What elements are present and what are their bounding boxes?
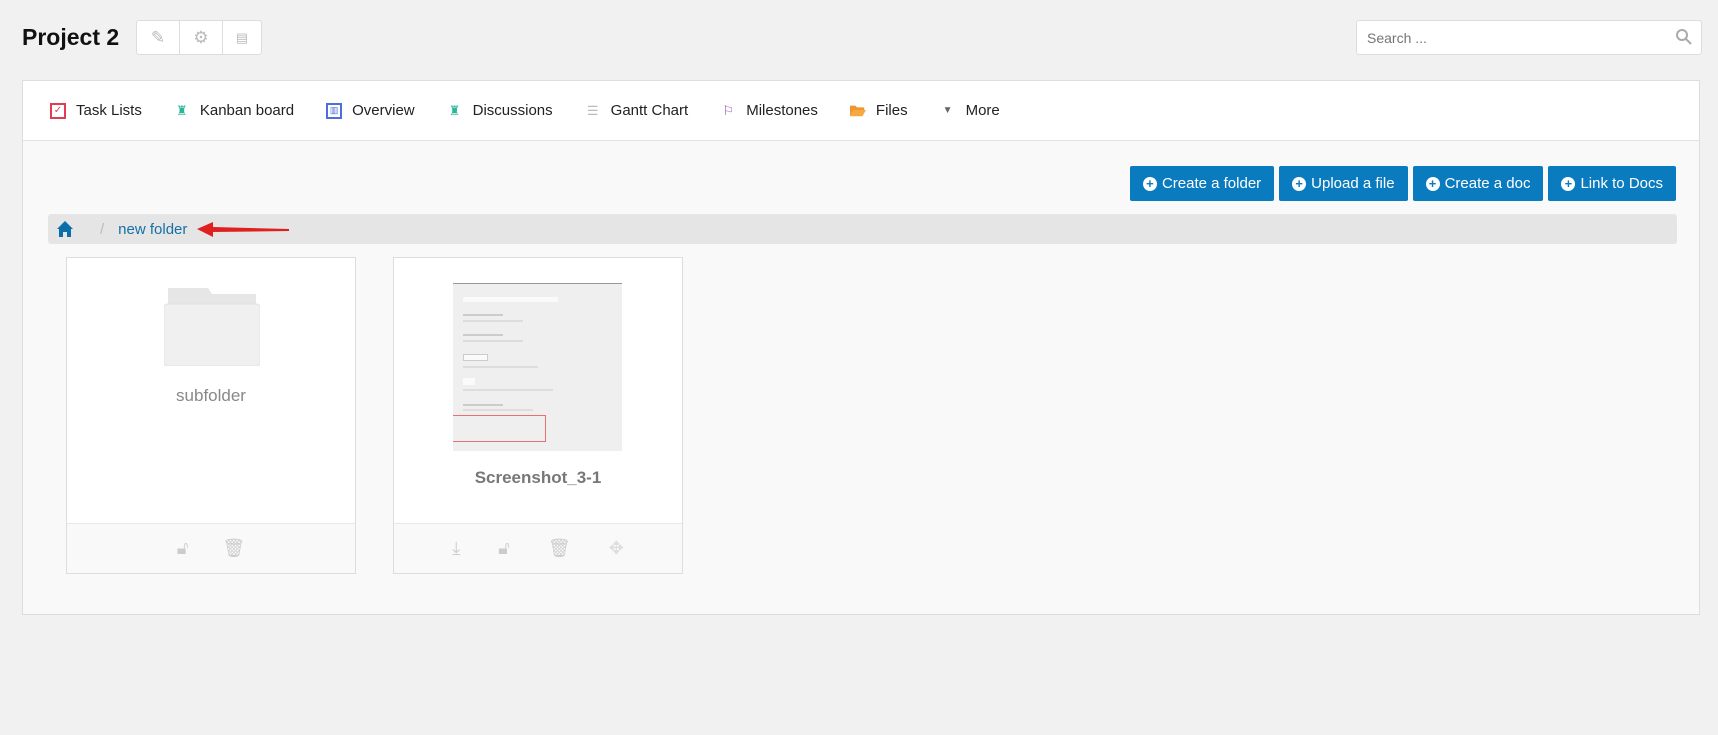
task-list-icon: ✓	[50, 102, 66, 119]
pencil-icon[interactable]: ✎	[137, 21, 180, 54]
plus-circle-icon: +	[1292, 176, 1307, 191]
overview-icon: ▥	[326, 102, 343, 119]
item-name[interactable]: Screenshot_3-1	[394, 468, 682, 488]
kanban-icon: ♜	[176, 102, 188, 118]
trash-icon[interactable]: 🗑︎	[548, 538, 571, 559]
move-icon[interactable]: ✥	[609, 538, 624, 559]
image-thumbnail[interactable]	[453, 283, 622, 451]
folder-icon	[849, 103, 866, 119]
search-icon[interactable]	[1675, 28, 1693, 46]
link-to-docs-button[interactable]: + Link to Docs	[1548, 166, 1676, 201]
tab-gantt-chart[interactable]: ☰ Gantt Chart	[585, 102, 688, 119]
tab-discussions[interactable]: ♜ Discussions	[447, 102, 553, 119]
item-name[interactable]: subfolder	[67, 386, 355, 406]
breadcrumb-current-folder[interactable]: new folder	[118, 221, 187, 238]
breadcrumb-separator: /	[100, 220, 105, 238]
card-footer: 🔓︎ 🗑︎	[67, 523, 355, 573]
file-card[interactable]: Screenshot_3-1 ⤓ 🔓︎ 🗑︎ ✥	[393, 257, 683, 574]
plus-circle-icon: +	[1561, 176, 1576, 191]
create-doc-button[interactable]: + Create a doc	[1412, 166, 1544, 201]
flag-icon: ⚐	[722, 102, 735, 118]
search-box	[1356, 20, 1702, 55]
tab-task-lists[interactable]: ✓ Task Lists	[50, 102, 142, 119]
discussion-icon: ♜	[448, 102, 461, 118]
search-input[interactable]	[1357, 21, 1657, 54]
tab-files[interactable]: Files	[849, 102, 908, 119]
create-folder-button[interactable]: + Create a folder	[1129, 166, 1275, 201]
tab-kanban-board[interactable]: ♜ Kanban board	[174, 102, 294, 119]
project-actions: ✎ ⚙ ▤	[136, 20, 262, 55]
folder-icon	[164, 288, 260, 366]
project-panel: ✓ Task Lists ♜ Kanban board ▥ Overview ♜ Dis…	[22, 80, 1700, 615]
caret-down-icon: ▼	[942, 105, 953, 116]
trash-icon[interactable]: 🗑︎	[222, 538, 245, 559]
red-arrow-annotation	[197, 222, 290, 237]
file-actions: + Create a folder + Upload a file + Create …	[1129, 166, 1676, 201]
breadcrumb: / new folder	[48, 214, 1677, 244]
folder-card[interactable]: subfolder 🔓︎ 🗑︎	[66, 257, 356, 574]
project-nav: ✓ Task Lists ♜ Kanban board ▥ Overview ♜ Dis…	[23, 81, 1699, 141]
upload-file-button[interactable]: + Upload a file	[1279, 166, 1408, 201]
card-footer: ⤓ 🔓︎ 🗑︎ ✥	[394, 523, 682, 573]
plus-circle-icon: +	[1142, 176, 1157, 191]
home-icon[interactable]	[56, 220, 74, 238]
page-title: Project 2	[22, 24, 120, 50]
gear-icon[interactable]: ⚙	[180, 21, 223, 54]
unlock-icon[interactable]: 🔓︎	[498, 538, 510, 559]
tab-milestones[interactable]: ⚐ Milestones	[720, 102, 818, 119]
tab-more[interactable]: ▼ More	[940, 102, 1000, 119]
plus-circle-icon: +	[1425, 176, 1440, 191]
unlock-icon[interactable]: 🔓︎	[177, 538, 189, 559]
document-icon[interactable]: ▤	[223, 21, 261, 54]
download-icon[interactable]: ⤓	[452, 538, 460, 559]
gantt-icon: ☰	[586, 102, 599, 118]
tab-overview[interactable]: ▥ Overview	[326, 102, 415, 119]
